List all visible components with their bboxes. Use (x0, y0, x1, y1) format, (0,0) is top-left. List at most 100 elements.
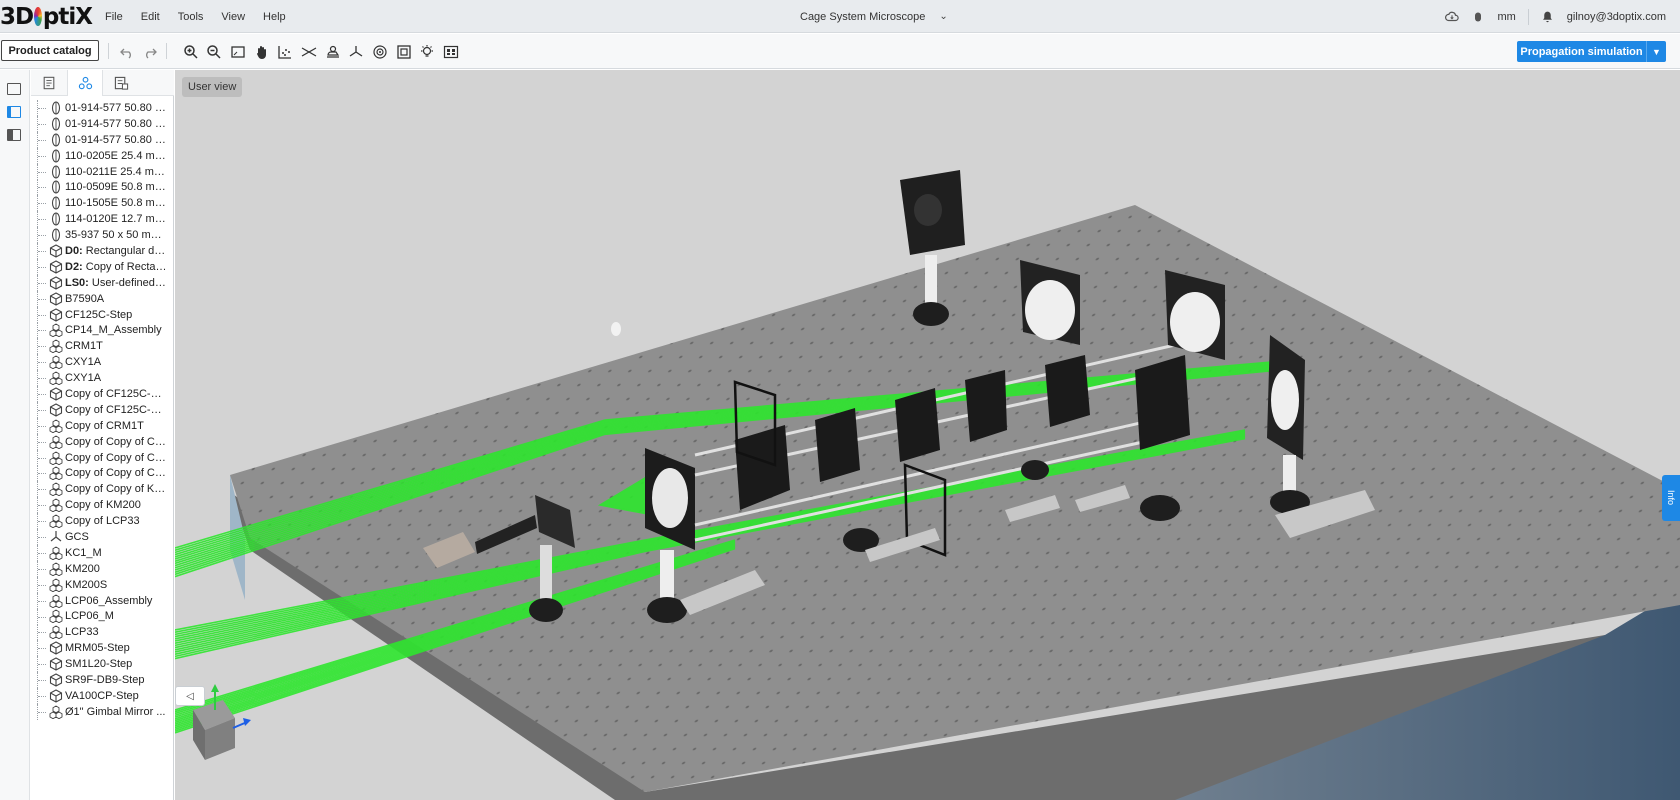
layout-single-icon[interactable] (7, 83, 21, 95)
tree-item[interactable]: Copy of Copy of Co... (31, 449, 174, 466)
tree-item[interactable]: Copy of Copy of KM... (31, 481, 174, 498)
propagation-simulation-button[interactable]: Propagation simulation ▼ (1517, 41, 1666, 62)
tab-object-tree[interactable] (67, 70, 103, 96)
tree-item[interactable]: Copy of Copy of Co... (31, 465, 174, 482)
tree-item[interactable]: KC1_M (31, 544, 174, 561)
tree-branch-line (37, 687, 47, 704)
tree-item-prefix: D0: (65, 244, 83, 257)
redo-icon[interactable] (141, 43, 159, 61)
cube-icon (48, 689, 63, 703)
tree-item[interactable]: 35-937 50 x 50 mm ... (31, 227, 174, 244)
tree-item[interactable]: 114-0120E 12.7 mm... (31, 211, 174, 228)
tree-item[interactable]: 110-0205E 25.4 mm... (31, 147, 174, 164)
beam-focus-icon[interactable] (300, 43, 318, 61)
menu-file[interactable]: File (96, 11, 132, 23)
tree-item-prefix: D2: (65, 260, 83, 273)
tree-item[interactable]: 110-0211E 25.4 mm... (31, 163, 174, 180)
tree-item[interactable]: LCP33 (31, 624, 174, 641)
tree-item[interactable]: MRM05-Step (31, 640, 174, 657)
tree-item[interactable]: SR9F-DB9-Step (31, 672, 174, 688)
tree-item[interactable]: LCP06_M (31, 608, 174, 625)
lens-icon (48, 228, 63, 242)
undo-icon[interactable] (118, 43, 136, 61)
tree-item-label: Copy of Copy of CF... (65, 436, 167, 448)
menu-view[interactable]: View (212, 11, 254, 23)
tab-analysis[interactable] (103, 70, 139, 96)
tree-item[interactable]: SM1L20-Step (31, 656, 174, 673)
user-email[interactable]: gilnoy@3doptix.com (1567, 11, 1666, 23)
tree-item[interactable]: 01-914-577 50.80 m... (31, 100, 174, 116)
tree-item[interactable]: 110-0509E 50.8 mm... (31, 179, 174, 196)
optical-scene[interactable] (175, 70, 1680, 800)
tree-item[interactable]: D0: Rectangular det... (31, 243, 174, 259)
3d-viewport[interactable]: User view ◁ Info (175, 70, 1680, 800)
zoom-in-icon[interactable] (182, 43, 200, 61)
axes-icon[interactable] (347, 43, 365, 61)
tree-branch-line (37, 100, 47, 116)
zoom-out-icon[interactable] (205, 43, 223, 61)
menu-edit[interactable]: Edit (132, 11, 169, 23)
bell-icon[interactable] (1541, 10, 1555, 24)
tree-branch-line (37, 465, 47, 482)
tree-item[interactable]: CP14_M_Assembly (31, 322, 174, 339)
layout-split-icon[interactable] (7, 129, 21, 141)
tree-item[interactable]: Copy of KM200 (31, 497, 174, 514)
tree-item[interactable]: GCS (31, 529, 174, 545)
menu-help[interactable]: Help (254, 11, 295, 23)
mouse-icon[interactable] (1471, 10, 1485, 24)
tree-item-text: Copy of Copy of Co... (65, 467, 167, 480)
hierarchy-icon (78, 76, 92, 89)
cube-icon (48, 260, 63, 274)
tree-item[interactable]: CRM1T (31, 338, 174, 355)
tree-item[interactable]: KM200 (31, 560, 174, 577)
document-title-dropdown[interactable]: Cage System Microscope ⌄ (800, 0, 948, 33)
tab-properties[interactable] (31, 70, 67, 96)
tree-branch-line (37, 322, 47, 339)
tree-item[interactable]: CXY1A (31, 370, 174, 387)
light-source-marker[interactable] (611, 322, 621, 336)
tree-item[interactable]: CF125C-Step (31, 306, 174, 323)
tree-item[interactable]: Copy of CRM1T (31, 417, 174, 434)
bounding-box-icon[interactable] (442, 43, 460, 61)
collapse-panel-button[interactable]: ◁ (175, 686, 205, 706)
product-catalog-button[interactable]: Product catalog (1, 40, 99, 61)
scatter-grid-icon[interactable] (276, 43, 294, 61)
layout-tree-icon[interactable] (7, 106, 21, 118)
tree-item[interactable]: Copy of LCP33 (31, 513, 174, 530)
app-logo[interactable]: 3D ptiX (0, 3, 93, 30)
cube-icon (48, 244, 63, 258)
tree-item[interactable]: 110-1505E 50.8 mm... (31, 195, 174, 212)
frame-icon[interactable] (395, 43, 413, 61)
view-mode-label[interactable]: User view (182, 77, 243, 97)
cloud-sync-icon[interactable] (1445, 10, 1460, 24)
tree-item[interactable]: VA100CP-Step (31, 687, 174, 704)
tree-item[interactable]: Copy of Copy of CF... (31, 433, 174, 450)
tree-item[interactable]: 01-914-577 50.80 m... (31, 115, 174, 132)
tree-item[interactable]: Copy of CF125C-Step (31, 386, 174, 402)
tree-item-text: Rectangular det... (82, 244, 167, 257)
tree-item-label: Copy of Copy of KM... (65, 483, 167, 495)
tree-item[interactable]: D2: Copy of Rectan... (31, 258, 174, 275)
tree-item[interactable]: Ø1" Gimbal Mirror ... (31, 703, 174, 720)
tree-item[interactable]: 01-914-577 50.80 m... (31, 131, 174, 148)
fit-view-icon[interactable] (229, 43, 247, 61)
tree-item[interactable]: KM200S (31, 576, 174, 593)
analysis-icon[interactable] (371, 43, 389, 61)
pan-hand-icon[interactable] (253, 43, 271, 61)
info-tab[interactable]: Info (1662, 475, 1680, 521)
menu-tools[interactable]: Tools (169, 11, 213, 23)
tree-item[interactable]: B7590A (31, 290, 174, 307)
tree-item-label: GCS (65, 531, 167, 543)
tree-item[interactable]: CXY1A (31, 354, 174, 371)
units-toggle[interactable]: mm (1497, 11, 1515, 23)
camera-view-icon[interactable] (324, 43, 342, 61)
tree-item[interactable]: Copy of CF125C-Step (31, 401, 174, 418)
tree-item-text: 110-0509E 50.8 mm... (65, 181, 167, 194)
logo-text-ptix: ptiX (42, 3, 93, 30)
tree-item[interactable]: LS0: User-defined li... (31, 274, 174, 291)
lens-icon (48, 133, 63, 147)
tree-item-label: 110-0211E 25.4 mm... (65, 166, 167, 178)
chevron-down-icon[interactable]: ▼ (1646, 41, 1666, 62)
tree-item[interactable]: LCP06_Assembly (31, 592, 174, 609)
light-source-icon[interactable] (418, 43, 436, 61)
